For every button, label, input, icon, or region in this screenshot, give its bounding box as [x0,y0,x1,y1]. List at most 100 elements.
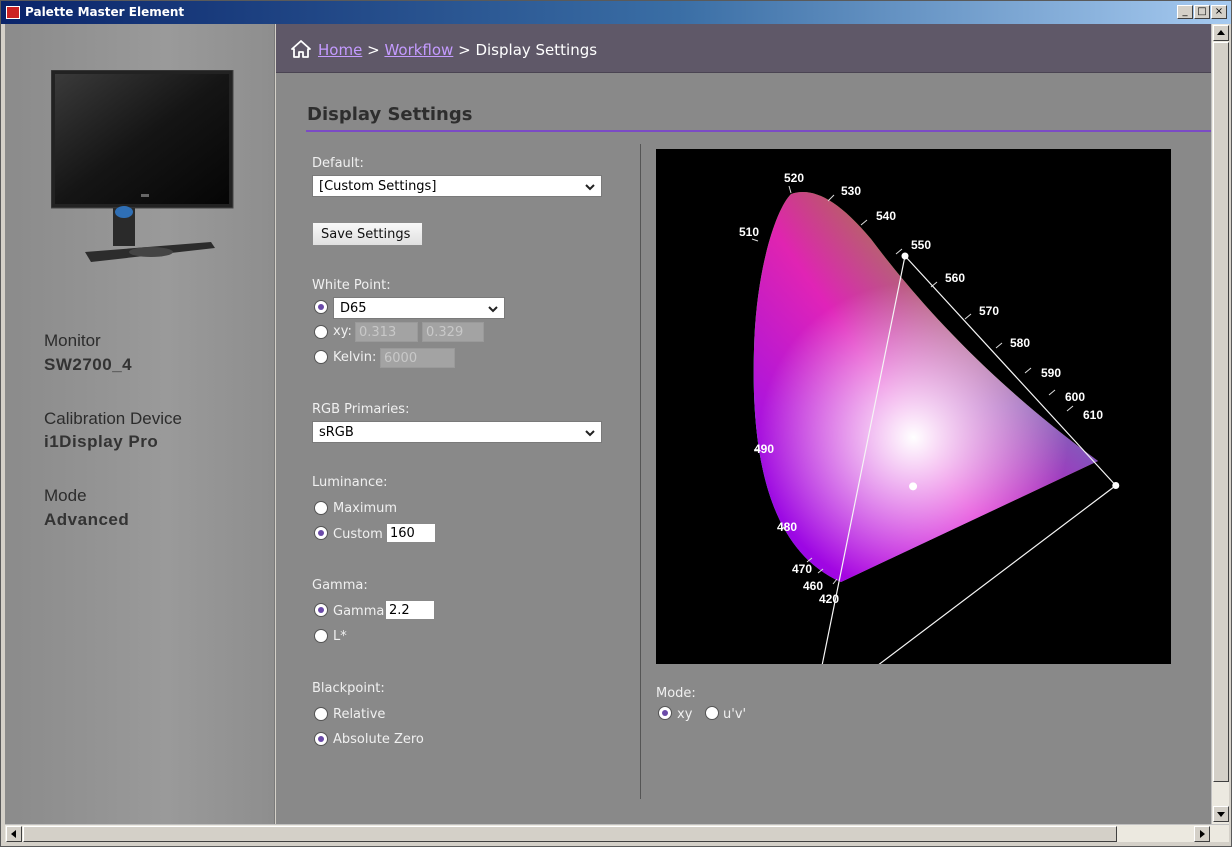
breadcrumb-separator: > [367,41,380,59]
kelvin-label: Kelvin: [333,350,377,365]
blackpoint-label: Blackpoint: [312,681,385,696]
wavelength-label: 530 [841,184,861,198]
chevron-down-icon [1217,812,1225,817]
chevron-right-icon [1200,830,1205,838]
xy-label: xy: [333,324,352,339]
white-point-marker [909,482,918,491]
chart-mode-uv-radio[interactable] [705,706,719,720]
wavelength-label: 600 [1065,390,1085,404]
wavelength-label: 520 [784,171,804,185]
wavelength-tick [995,342,1003,349]
luminance-maximum-radio[interactable] [314,501,328,515]
gamma-lstar-radio[interactable] [314,629,328,643]
wavelength-label: 490 [754,442,774,456]
scroll-down-button[interactable] [1213,806,1229,822]
breadcrumb-separator: > [458,41,471,59]
monitor-value: SW2700_4 [44,355,133,374]
luminance-custom-radio[interactable] [314,526,328,540]
luminance-custom-label: Custom [333,527,383,542]
primary-point-green [901,252,909,260]
wavelength-label: 540 [876,209,896,223]
rgb-primaries-label: RGB Primaries: [312,402,410,417]
wavelength-tick [751,238,759,242]
save-settings-button[interactable]: Save Settings [312,222,423,246]
mode-value: Advanced [44,510,130,529]
blackpoint-absolute-label: Absolute Zero [333,732,424,747]
wavelength-label: 550 [911,238,931,252]
chromaticity-chart-svg: 520 530 540 550 560 570 580 590 600 610 510 490 480 4… [739,171,1120,719]
home-icon[interactable] [291,40,311,58]
chart-mode-label: Mode: [656,686,696,701]
calibration-device-label: Calibration Device [44,409,182,428]
blackpoint-absolute-radio[interactable] [314,732,328,746]
wavelength-label: 590 [1041,366,1061,380]
app-window: Palette Master Element _ □ × Monitor SW2… [0,0,1232,847]
horizontal-scrollbar[interactable] [5,824,1229,842]
wavelength-tick [1066,405,1074,412]
gamma-label: Gamma: [312,578,368,593]
column-divider [640,144,641,799]
mode-label: Mode [44,486,87,505]
chevron-up-icon [1217,30,1225,35]
default-select[interactable]: [Custom Settings] [312,175,602,197]
white-point-preset-select[interactable]: D65 [333,297,505,319]
kelvin-field[interactable]: 6000 [380,348,455,368]
xy-x-field[interactable]: 0.313 [355,322,418,342]
chevron-down-icon [585,184,595,191]
wavelength-label: 480 [777,520,797,534]
gamma-option-label: Gamma [333,604,385,619]
wavelength-tick [1024,367,1032,374]
window-title: Palette Master Element [25,5,185,19]
scroll-right-button[interactable] [1194,826,1210,842]
vertical-scroll-thumb[interactable] [1213,42,1229,782]
chevron-left-icon [11,830,16,838]
rgb-primaries-select[interactable]: sRGB [312,421,602,443]
gamma-lstar-label: L* [333,629,347,644]
scroll-left-button[interactable] [6,826,22,842]
rgb-primaries-value: sRGB [319,425,354,440]
wavelength-label: 580 [1010,336,1030,350]
wavelength-tick [788,185,792,194]
white-point-xy-radio[interactable] [314,325,328,339]
wavelength-label: 510 [739,225,759,239]
breadcrumb-current: Display Settings [475,41,598,59]
wavelength-tick [832,578,838,585]
wavelength-tick [964,313,972,320]
gamma-value-radio[interactable] [314,603,328,617]
luminance-custom-field[interactable]: 160 [386,523,436,543]
default-label: Default: [312,156,364,171]
white-point-kelvin-radio[interactable] [314,350,328,364]
wavelength-label: 460 [803,579,823,593]
horizontal-scroll-thumb[interactable] [23,826,1117,842]
page-title: Display Settings [307,104,473,125]
spectral-locus [753,191,1099,583]
wavelength-tick [895,248,903,255]
breadcrumb-home-link[interactable]: Home [318,41,362,59]
heading-divider [306,130,1211,132]
white-point-preset-radio[interactable] [314,300,328,314]
wavelength-label: 570 [979,304,999,318]
title-bar[interactable]: Palette Master Element _ □ × [1,1,1231,24]
wavelength-tick [827,194,835,202]
chart-mode-xy-radio[interactable] [658,706,672,720]
app-icon [6,6,20,19]
breadcrumb: Home > Workflow > Display Settings [276,24,1211,73]
scroll-up-button[interactable] [1213,25,1229,41]
blackpoint-relative-radio[interactable] [314,707,328,721]
wavelength-tick [1048,389,1056,396]
luminance-maximum-label: Maximum [333,501,398,516]
maximize-button[interactable]: □ [1194,5,1210,19]
luminance-label: Luminance: [312,475,388,490]
close-button[interactable]: × [1211,5,1227,19]
minimize-button[interactable]: _ [1177,5,1193,19]
wavelength-label: 610 [1083,408,1103,422]
xy-y-field[interactable]: 0.329 [422,322,484,342]
main-content: Home > Workflow > Display Settings Displ… [276,24,1211,824]
gamma-field[interactable]: 2.2 [385,600,435,620]
calibration-device-value: i1Display Pro [44,432,159,451]
chart-mode-uv-label: u'v' [723,707,747,722]
default-select-value: [Custom Settings] [319,179,437,194]
breadcrumb-workflow-link[interactable]: Workflow [384,41,453,59]
vertical-scrollbar[interactable] [1211,24,1229,824]
chevron-down-icon [488,306,498,313]
